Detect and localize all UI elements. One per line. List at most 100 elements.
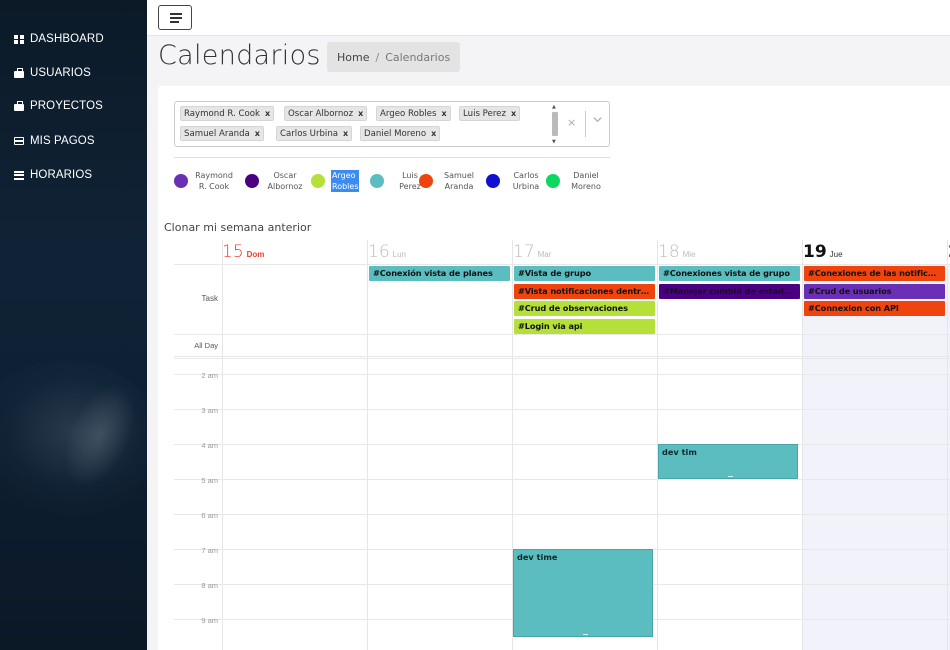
task-event[interactable]: #Crud de observaciones — [514, 301, 655, 316]
remove-chip-icon[interactable]: x — [265, 109, 270, 118]
day-number: 17 — [513, 242, 535, 262]
scrollbar-thumb[interactable] — [552, 112, 558, 136]
resize-handle[interactable] — [728, 476, 733, 477]
clear-selection-icon[interactable]: × — [567, 116, 576, 129]
day-number: 15 — [222, 242, 244, 262]
remove-chip-icon[interactable]: x — [343, 129, 348, 138]
task-event[interactable]: #Conexiones vista de grupo — [659, 266, 800, 281]
day-header[interactable]: 15 Dom — [222, 242, 264, 262]
credit-card-icon — [14, 137, 24, 145]
remove-chip-icon[interactable]: x — [358, 109, 363, 118]
chip-label: Raymond R. Cook — [184, 108, 261, 119]
legend-name-line: Robles — [332, 182, 359, 191]
user-chip: Argeo Robles x — [376, 106, 451, 121]
hour-label: 4 am — [201, 441, 218, 450]
legend-name-line: R. Cook — [198, 182, 230, 191]
breadcrumb-separator: / — [375, 50, 380, 64]
task-event[interactable]: #Conexiones de las notificaci... — [804, 266, 945, 281]
chevron-down-icon[interactable] — [593, 115, 602, 124]
day-name: Mar — [537, 250, 552, 259]
scroll-down-icon[interactable]: ▼ — [552, 139, 556, 145]
multiselect-divider — [585, 111, 586, 137]
remove-chip-icon[interactable]: x — [255, 129, 260, 138]
day-name: Lun — [392, 250, 406, 259]
legend-name-line: Raymond — [195, 171, 233, 180]
legend-color-dot — [546, 174, 560, 188]
briefcase-icon — [14, 67, 24, 78]
chip-label: Carlos Urbina — [280, 128, 339, 139]
user-chip: Carlos Urbina x — [276, 126, 353, 141]
day-header[interactable]: 18 Mie — [658, 242, 696, 262]
sidebar-item-label: DASHBOARD — [30, 33, 104, 45]
legend-name-line: Urbina — [512, 182, 540, 191]
grid-icon — [14, 34, 24, 44]
sidebar-item-horarios[interactable]: HORARIOS — [14, 169, 92, 181]
remove-chip-icon[interactable]: x — [431, 129, 436, 138]
legend-color-dot — [419, 174, 433, 188]
day-column[interactable] — [222, 240, 367, 650]
legend-name: Oscar Albornoz — [265, 170, 305, 192]
chip-label: Samuel Aranda — [184, 128, 250, 139]
menu-toggle-button[interactable] — [158, 5, 192, 30]
legend-item[interactable]: Argeo Robles — [311, 170, 360, 192]
divider — [174, 157, 610, 158]
task-event[interactable]: #Manejar cambio de estado de... — [659, 283, 800, 299]
sidebar-item-mis-pagos[interactable]: MIS PAGOS — [14, 135, 95, 147]
top-bar — [147, 0, 950, 36]
legend-name-line: Argeo — [332, 171, 356, 180]
clone-previous-week-link[interactable]: Clonar mi semana anterior — [164, 221, 311, 234]
hour-label: 8 am — [201, 581, 218, 590]
legend-item[interactable]: Raymond R. Cook — [174, 170, 234, 192]
legend-item[interactable]: Daniel Moreno — [546, 170, 606, 192]
resize-handle[interactable] — [583, 633, 588, 635]
legend-name-line: Oscar — [273, 171, 297, 180]
remove-chip-icon[interactable]: x — [441, 109, 446, 118]
task-event[interactable]: #Crud de usuarios — [804, 283, 945, 299]
remove-chip-icon[interactable]: x — [511, 109, 516, 118]
legend-item[interactable]: Oscar Albornoz — [245, 170, 305, 192]
multiselect-scrollbar[interactable]: ▲ ▼ — [551, 104, 559, 145]
legend-name-line: Samuel — [444, 171, 474, 180]
day-header[interactable]: 19 Jue — [803, 242, 843, 262]
legend-item[interactable]: Samuel Aranda — [419, 170, 479, 192]
sidebar-item-label: HORARIOS — [30, 169, 93, 181]
sidebar-item-proyectos[interactable]: PROYECTOS — [14, 100, 103, 112]
day-name: Jue — [829, 250, 843, 259]
legend-name: Raymond R. Cook — [194, 170, 234, 192]
scroll-up-icon[interactable]: ▲ — [552, 104, 556, 110]
task-event[interactable]: #Vista notificaciones dentro de... — [514, 283, 655, 299]
day-header[interactable]: 17 Mar — [513, 242, 551, 262]
legend-item[interactable]: Carlos Urbina — [486, 170, 546, 192]
task-event[interactable]: #Conexión vista de planes — [369, 266, 510, 281]
legend-name: Carlos Urbina — [506, 170, 546, 192]
day-header[interactable]: 16 Lun — [368, 242, 406, 262]
chip-label: Luis Perez — [463, 108, 506, 119]
day-number: 16 — [368, 242, 390, 262]
day-column[interactable] — [367, 240, 512, 650]
sidebar-item-label: MIS PAGOS — [30, 135, 95, 147]
sidebar-item-label: USUARIOS — [30, 67, 91, 79]
user-chip: Samuel Aranda x — [180, 126, 264, 141]
task-event[interactable]: #Login via api — [514, 318, 655, 334]
hour-label: 3 am — [201, 406, 218, 415]
timed-event[interactable]: dev time — [513, 549, 653, 637]
task-event[interactable]: #Connexion con API — [804, 301, 945, 316]
day-number: 18 — [658, 242, 680, 262]
sidebar-item-dashboard[interactable]: DASHBOARD — [14, 33, 104, 45]
sidebar-item-usuarios[interactable]: USUARIOS — [14, 67, 91, 79]
grid-line — [174, 264, 950, 265]
task-event[interactable]: #Vista de grupo — [514, 266, 655, 281]
user-multiselect[interactable]: Raymond R. Cook x Oscar Albornoz x Argeo R… — [174, 101, 610, 147]
grid-line — [174, 356, 950, 357]
chip-label: Daniel Moreno — [364, 128, 427, 139]
legend-color-dot — [245, 174, 259, 188]
timed-event-label: dev time — [517, 552, 558, 562]
hour-label: 5 am — [201, 476, 218, 485]
breadcrumb-home-link[interactable]: Home — [337, 51, 369, 64]
week-calendar: 15Dom16Lun17Mar18Mie19Jue2TaskAll Day2 a… — [174, 240, 950, 650]
grid-line — [174, 479, 950, 480]
grid-line — [174, 334, 950, 335]
breadcrumb-current: Calendarios — [385, 50, 451, 64]
timed-event[interactable]: dev tim — [658, 444, 798, 479]
day-number: 19 — [803, 242, 827, 262]
